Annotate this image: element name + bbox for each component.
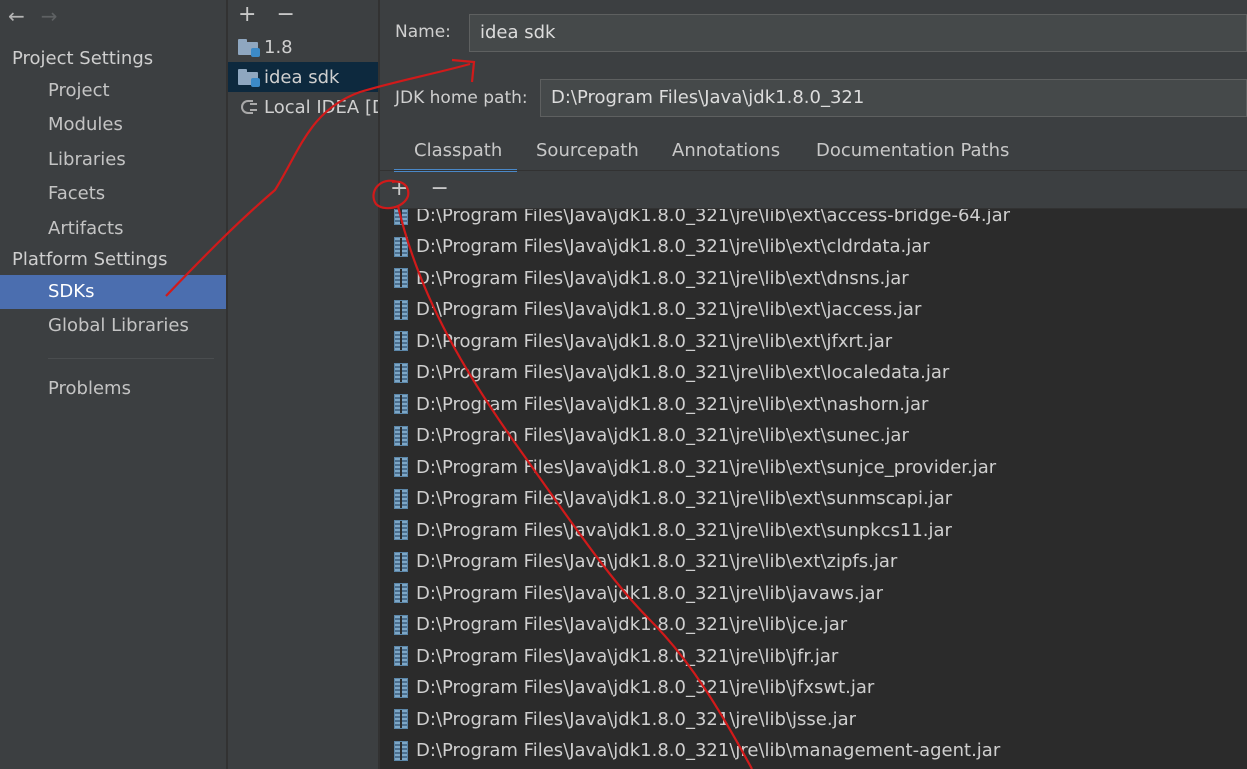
classpath-entry-path: D:\Program Files\Java\jdk1.8.0_321\jre\l… (416, 740, 1001, 761)
classpath-entry[interactable]: D:\Program Files\Java\jdk1.8.0_321\jre\l… (394, 209, 1010, 230)
classpath-entry[interactable]: D:\Program Files\Java\jdk1.8.0_321\jre\l… (394, 547, 897, 577)
classpath-entry-path: D:\Program Files\Java\jdk1.8.0_321\jre\l… (416, 236, 930, 257)
jdk-home-label: JDK home path: (395, 88, 528, 108)
folder-icon (238, 39, 260, 57)
classpath-entry-path: D:\Program Files\Java\jdk1.8.0_321\jre\l… (416, 708, 856, 730)
jar-icon (394, 209, 408, 225)
folder-icon (238, 69, 260, 87)
classpath-entry[interactable]: D:\Program Files\Java\jdk1.8.0_321\jre\l… (394, 736, 1000, 766)
nav-item-sdks[interactable]: SDKs (0, 275, 226, 309)
jar-icon (394, 331, 408, 351)
back-arrow-icon[interactable]: ← (8, 4, 25, 30)
jar-icon (394, 488, 408, 509)
classpath-entry-path: D:\Program Files\Java\jdk1.8.0_321\jre\l… (416, 551, 898, 572)
nav-item-global-libraries[interactable]: Global Libraries (0, 309, 226, 343)
classpath-entry-path: D:\Program Files\Java\jdk1.8.0_321\jre\l… (416, 209, 1010, 226)
jar-icon (394, 614, 408, 635)
plug-icon (238, 98, 258, 116)
classpath-entry-path: D:\Program Files\Java\jdk1.8.0_321\jre\l… (416, 677, 875, 698)
history-arrows: ← → (8, 4, 58, 30)
jar-icon (394, 457, 408, 477)
classpath-entry-path: D:\Program Files\Java\jdk1.8.0_321\jre\l… (416, 456, 997, 478)
add-sdk-button[interactable]: + (238, 2, 256, 27)
classpath-entry[interactable]: D:\Program Files\Java\jdk1.8.0_321\jre\l… (394, 610, 847, 640)
classpath-entry-path: D:\Program Files\Java\jdk1.8.0_321\jre\l… (416, 645, 839, 667)
sdk-item-label: 1.8 (264, 36, 293, 58)
sdk-list-pane: + − 1.8 idea sdk Local IDEA [D (228, 0, 378, 769)
classpath-entry-path: D:\Program Files\Java\jdk1.8.0_321\jre\l… (416, 582, 883, 604)
classpath-entry-path: D:\Program Files\Java\jdk1.8.0_321\jre\l… (416, 393, 929, 415)
classpath-entry[interactable]: D:\Program Files\Java\jdk1.8.0_321\jre\l… (394, 578, 883, 608)
classpath-entry[interactable]: D:\Program Files\Java\jdk1.8.0_321\jre\l… (394, 389, 928, 419)
jar-icon (394, 236, 408, 257)
jdk-home-path-field[interactable]: D:\Program Files\Java\jdk1.8.0_321 (540, 79, 1247, 117)
sdk-detail-pane: Name: idea sdk JDK home path: D:\Program… (380, 0, 1247, 769)
settings-navigation: ← → Project Settings Project Modules Lib… (0, 0, 226, 769)
tab-classpath[interactable]: Classpath (394, 132, 517, 172)
jar-icon (394, 425, 408, 446)
tab-documentation-paths[interactable]: Documentation Paths (816, 132, 1009, 172)
jar-icon (394, 677, 408, 698)
nav-item-modules[interactable]: Modules (0, 108, 226, 142)
sdk-item-1-8[interactable]: 1.8 (228, 32, 378, 62)
classpath-entry[interactable]: D:\Program Files\Java\jdk1.8.0_321\jre\l… (394, 704, 856, 734)
classpath-entry[interactable]: D:\Program Files\Java\jdk1.8.0_321\jre\l… (394, 484, 952, 514)
nav-divider (48, 358, 214, 359)
name-label: Name: (395, 22, 451, 42)
project-settings-heading: Project Settings (12, 48, 154, 69)
tab-sourcepath[interactable]: Sourcepath (536, 132, 639, 172)
jar-icon (394, 520, 408, 540)
classpath-entry[interactable]: D:\Program Files\Java\jdk1.8.0_321\jre\l… (394, 452, 996, 482)
sdk-item-local-idea[interactable]: Local IDEA [D (228, 92, 378, 122)
classpath-entry-path: D:\Program Files\Java\jdk1.8.0_321\jre\l… (416, 362, 950, 383)
tab-annotations[interactable]: Annotations (672, 132, 780, 172)
classpath-entry[interactable]: D:\Program Files\Java\jdk1.8.0_321\jre\l… (394, 358, 949, 388)
classpath-entry-path: D:\Program Files\Java\jdk1.8.0_321\jre\l… (416, 330, 893, 352)
platform-settings-heading: Platform Settings (12, 249, 168, 270)
nav-item-facets[interactable]: Facets (0, 177, 226, 211)
nav-item-libraries[interactable]: Libraries (0, 143, 226, 177)
classpath-entry[interactable]: D:\Program Files\Java\jdk1.8.0_321\jre\l… (394, 673, 874, 703)
classpath-entry-path: D:\Program Files\Java\jdk1.8.0_321\jre\l… (416, 614, 848, 635)
remove-sdk-button[interactable]: − (276, 2, 294, 27)
name-field[interactable]: idea sdk (469, 14, 1247, 52)
sdk-item-label: Local IDEA [D (264, 96, 378, 118)
jar-icon (394, 551, 408, 572)
jar-icon (394, 709, 408, 729)
classpath-toolbar: + − (390, 176, 449, 201)
classpath-entry-path: D:\Program Files\Java\jdk1.8.0_321\jre\l… (416, 488, 953, 509)
classpath-entry-path: D:\Program Files\Java\jdk1.8.0_321\jre\l… (416, 299, 922, 320)
jar-icon (394, 362, 408, 383)
classpath-entry-path: D:\Program Files\Java\jdk1.8.0_321\jre\l… (416, 425, 909, 446)
nav-item-problems[interactable]: Problems (0, 372, 226, 406)
classpath-entry[interactable]: D:\Program Files\Java\jdk1.8.0_321\jre\l… (394, 232, 930, 262)
classpath-entry[interactable]: D:\Program Files\Java\jdk1.8.0_321\jre\l… (394, 263, 909, 293)
add-classpath-button[interactable]: + (390, 176, 408, 201)
classpath-list[interactable]: D:\Program Files\Java\jdk1.8.0_321\jre\l… (380, 209, 1247, 769)
classpath-entry[interactable]: D:\Program Files\Java\jdk1.8.0_321\jre\l… (394, 641, 838, 671)
classpath-entry[interactable]: D:\Program Files\Java\jdk1.8.0_321\jre\l… (394, 515, 952, 545)
classpath-entry-path: D:\Program Files\Java\jdk1.8.0_321\jre\l… (416, 519, 952, 541)
jar-icon (394, 646, 408, 666)
jar-icon (394, 299, 408, 320)
jar-icon (394, 740, 408, 761)
nav-item-project[interactable]: Project (0, 74, 226, 108)
jar-icon (394, 268, 408, 288)
classpath-entry[interactable]: D:\Program Files\Java\jdk1.8.0_321\jre\l… (394, 326, 892, 356)
sdk-item-idea-sdk[interactable]: idea sdk (228, 62, 378, 92)
classpath-entry-path: D:\Program Files\Java\jdk1.8.0_321\jre\l… (416, 267, 909, 289)
forward-arrow-icon[interactable]: → (41, 4, 58, 30)
classpath-entry[interactable]: D:\Program Files\Java\jdk1.8.0_321\jre\l… (394, 295, 921, 325)
jar-icon (394, 583, 408, 603)
jar-icon (394, 394, 408, 414)
sdk-item-label: idea sdk (264, 66, 340, 88)
remove-classpath-button[interactable]: − (430, 176, 448, 201)
sdk-toolbar: + − (238, 2, 295, 27)
classpath-entry[interactable]: D:\Program Files\Java\jdk1.8.0_321\jre\l… (394, 421, 909, 451)
nav-item-artifacts[interactable]: Artifacts (0, 212, 226, 246)
tab-divider (380, 170, 1247, 171)
